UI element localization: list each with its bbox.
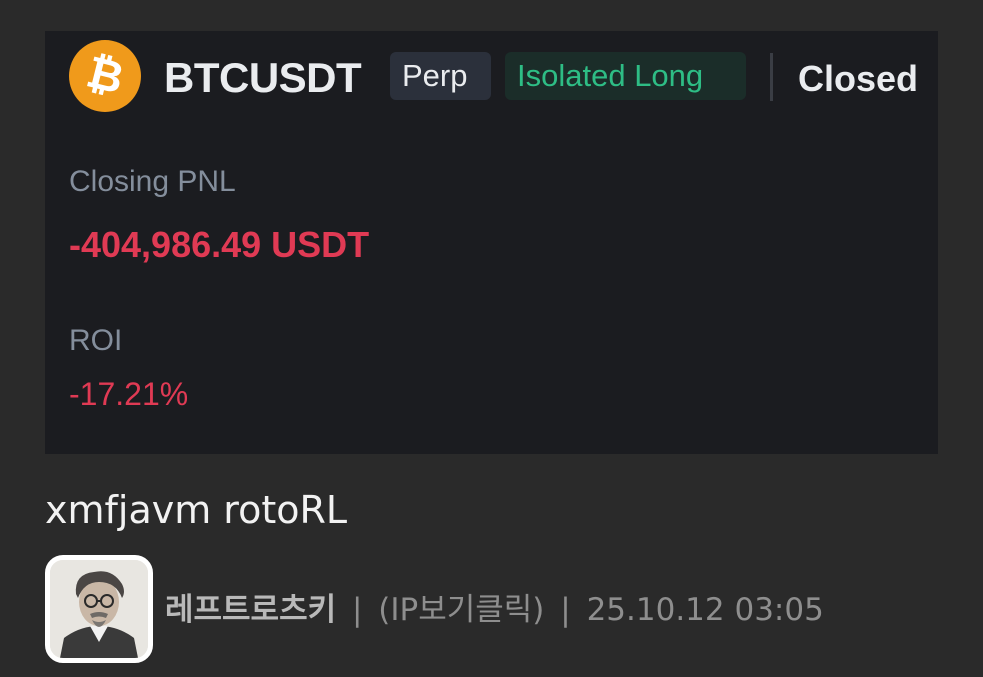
svg-text:₿: ₿ [82,47,129,103]
header-divider [770,53,773,101]
author-nickname[interactable]: 레프트로츠키 [165,592,336,628]
position-status: Closed [798,58,919,99]
roi-value: -17.21% [69,376,189,412]
closing-pnl-value: -404,986.49 USDT [69,224,370,265]
bitcoin-icon: ₿ [69,40,141,112]
margin-mode-badge: Isolated Long [505,52,746,100]
contract-type-badge: Perp [390,52,491,100]
closing-pnl-label: Closing PNL [69,165,236,198]
post-meta: 레프트로츠키 | (IP보기클릭) | 25.10.12 03:05 [165,587,824,633]
bitcoin-glyph: ₿ [82,47,129,103]
meta-separator: | [560,592,571,628]
trading-pair-symbol: BTCUSDT [164,54,362,101]
author-avatar[interactable] [45,555,153,663]
post-caption: xmfjavm rotoRL [45,488,348,532]
trade-result-card: ₿ BTCUSDT Perp Isolated Long Closed Clos… [45,31,938,454]
meta-separator: | [351,592,363,628]
user-avatar-photo [50,560,148,658]
ip-view-toggle[interactable]: (IP보기클릭) [378,592,544,628]
post-timestamp: 25.10.12 03:05 [586,592,824,628]
roi-label: ROI [69,324,123,357]
